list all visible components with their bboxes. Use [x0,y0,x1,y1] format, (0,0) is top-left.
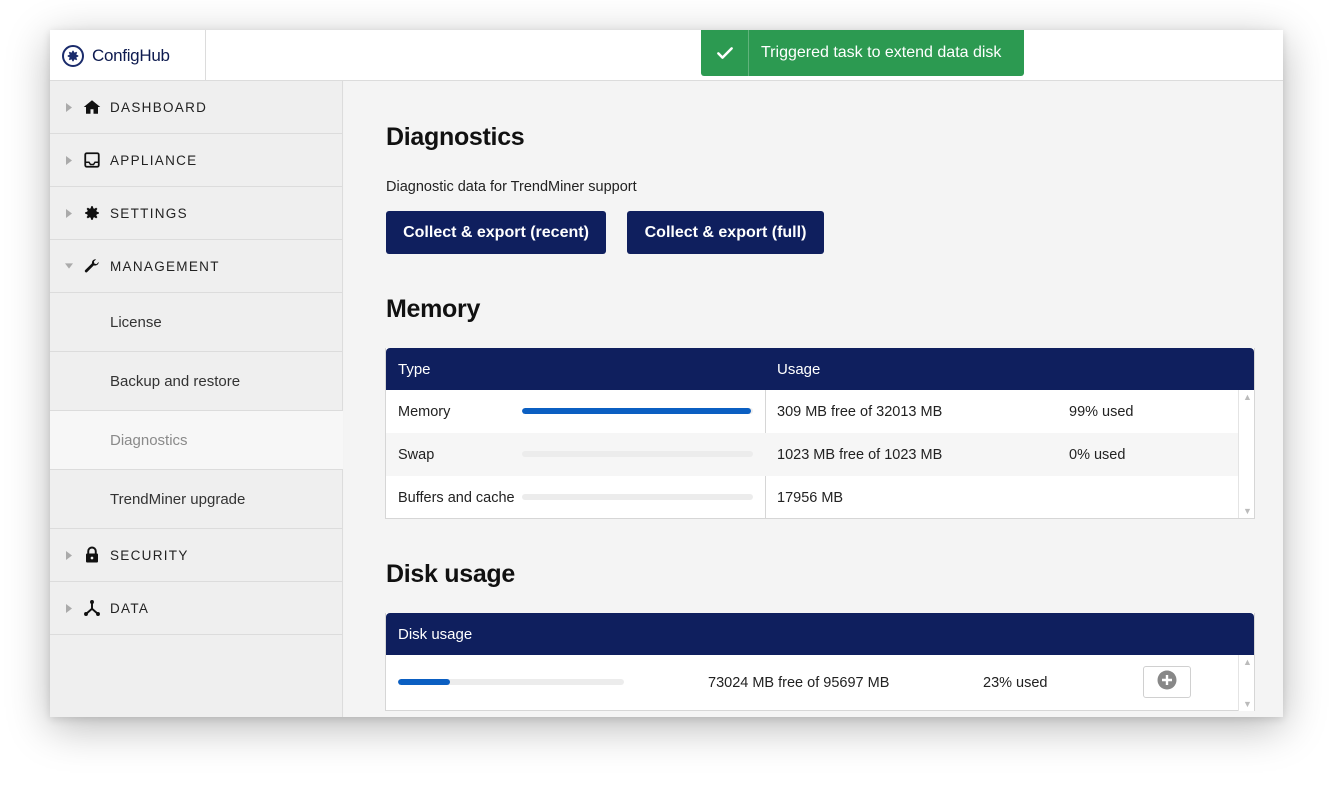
main-content: Diagnostics Diagnostic data for TrendMin… [344,81,1283,717]
memory-type: Memory [398,403,451,420]
diagnostics-subtitle: Diagnostic data for TrendMiner support [386,179,637,195]
memory-percent: 99% used [1069,403,1134,420]
caret-down-icon [65,261,73,271]
collect-export-recent-button[interactable]: Collect & export (recent) [386,211,606,254]
memory-title: Memory [386,295,481,323]
sidebar-item-label: DATA [110,600,150,616]
usage-bar-fill [522,408,751,414]
disk-usage-table: Disk usage 73024 MB free of 95697 MB 23%… [385,613,1255,711]
gear-icon [62,44,84,67]
plus-circle-icon [1157,670,1177,694]
sidebar-item-management[interactable]: MANAGEMENT [50,240,342,293]
scroll-down-icon[interactable]: ▼ [1243,699,1252,709]
app-name: ConfigHub [92,45,170,65]
app-logo[interactable]: ConfigHub [50,30,206,81]
top-bar: ConfigHub Triggered task to extend data … [50,30,1283,81]
wrench-icon [83,257,101,275]
home-icon [83,98,101,116]
caret-right-icon [65,208,73,218]
sidebar-item-security[interactable]: SECURITY [50,529,342,582]
sidebar-item-label: DASHBOARD [110,99,208,115]
sidebar-item-settings[interactable]: SETTINGS [50,187,342,240]
memory-usage: 309 MB free of 32013 MB [777,403,943,420]
memory-table: Type Usage Memory 309 MB free of 32013 M… [385,348,1255,519]
caret-right-icon [65,603,73,613]
disk-table-scrollbar[interactable]: ▲ ▼ [1238,655,1254,711]
scroll-down-icon[interactable]: ▼ [1243,506,1252,516]
memory-usage: 1023 MB free of 1023 MB [777,446,943,463]
disk-usage-table-header: Disk usage [386,613,1254,655]
sidebar-subitem-diagnostics[interactable]: Diagnostics [50,411,343,470]
app-window: ConfigHub Triggered task to extend data … [50,30,1283,717]
table-row: Memory 309 MB free of 32013 MB 99% used [386,390,1254,433]
sidebar-item-label: MANAGEMENT [110,258,220,274]
disk-usage-title: Disk usage [386,560,516,588]
monitor-icon [83,151,101,169]
memory-percent: 0% used [1069,446,1126,463]
caret-right-icon [65,550,73,560]
sidebar-item-label: SECURITY [110,547,189,563]
memory-table-scrollbar[interactable]: ▲ ▼ [1238,390,1254,518]
collect-export-full-button[interactable]: Collect & export (full) [627,211,824,254]
memory-type: Swap [398,446,435,463]
table-row: 73024 MB free of 95697 MB 23% used [386,655,1254,710]
usage-bar [522,494,753,500]
usage-bar [522,451,753,457]
memory-usage: 17956 MB [777,489,844,506]
usage-bar [522,408,753,414]
usage-bar [398,679,624,685]
column-header-disk-usage: Disk usage [398,625,473,643]
sidebar: DASHBOARD APPLIANCE SETTINGS MANAGEMENT … [50,81,343,717]
diagnostics-title: Diagnostics [386,123,525,151]
disk-usage-value: 73024 MB free of 95697 MB [708,674,890,691]
sidebar-item-label: SETTINGS [110,205,188,221]
toast-message: Triggered task to extend data disk [761,44,1002,61]
gear-icon [83,204,101,222]
table-row: Buffers and cache 17956 MB [386,476,1254,519]
network-icon [83,599,101,617]
caret-right-icon [65,102,73,112]
memory-type: Buffers and cache [398,489,515,506]
sidebar-item-label: APPLIANCE [110,152,198,168]
scroll-up-icon[interactable]: ▲ [1243,657,1252,667]
column-header-usage: Usage [777,360,821,378]
lock-icon [83,546,101,564]
sidebar-subitem-license[interactable]: License [50,293,342,352]
sidebar-item-appliance[interactable]: APPLIANCE [50,134,342,187]
sidebar-subitem-trendminer-upgrade[interactable]: TrendMiner upgrade [50,470,342,529]
table-row: Swap 1023 MB free of 1023 MB 0% used [386,433,1254,476]
sidebar-item-data[interactable]: DATA [50,582,342,635]
memory-table-header: Type Usage [386,348,1254,390]
disk-usage-percent: 23% used [983,674,1048,691]
caret-right-icon [65,155,73,165]
check-icon [701,30,749,76]
success-toast[interactable]: Triggered task to extend data disk [701,30,1024,76]
scroll-up-icon[interactable]: ▲ [1243,392,1252,402]
sidebar-subitem-backup-restore[interactable]: Backup and restore [50,352,342,411]
usage-bar-fill [398,679,450,685]
sidebar-item-dashboard[interactable]: DASHBOARD [50,81,342,134]
column-header-type: Type [398,360,431,378]
extend-disk-button[interactable] [1143,666,1191,698]
